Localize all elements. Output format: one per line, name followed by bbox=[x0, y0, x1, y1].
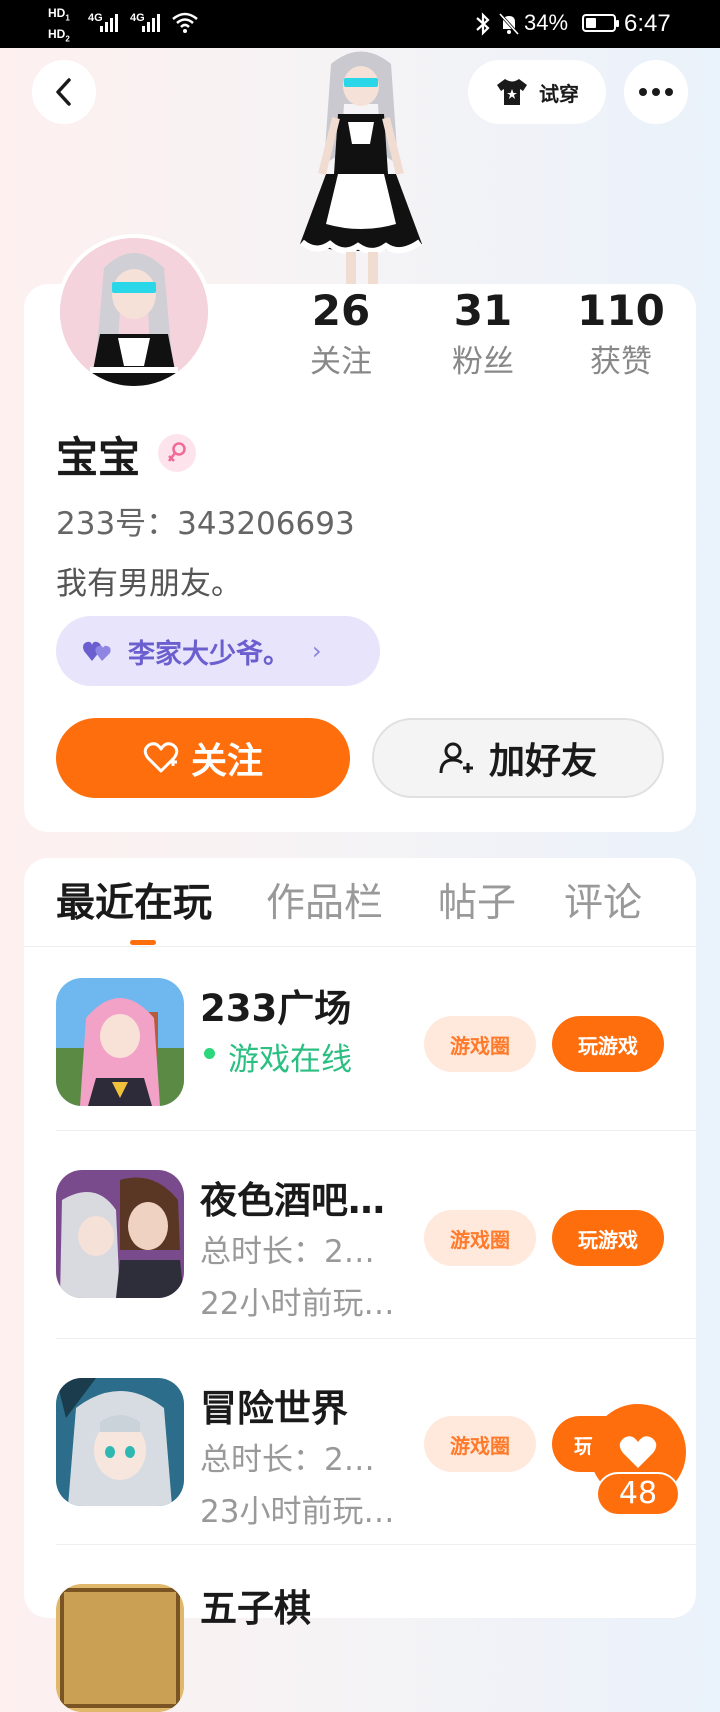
game-icon-bar bbox=[56, 1170, 184, 1298]
status-bar: HD1 HD2 4G 4G 34% 6:47 bbox=[0, 0, 720, 48]
like-count: 48 bbox=[596, 1472, 680, 1516]
tab-indicator bbox=[130, 940, 156, 945]
game-playtime: 总时长：2… bbox=[200, 1234, 375, 1270]
tab-posts[interactable]: 帖子 bbox=[438, 872, 516, 928]
chevron-left-icon bbox=[56, 78, 71, 106]
profile-tabs: 最近在玩 作品栏 帖子 评论 bbox=[56, 872, 676, 932]
battery-icon bbox=[582, 14, 619, 32]
stat-following[interactable]: 26 关注 bbox=[286, 284, 396, 386]
heart-plus-icon bbox=[143, 742, 179, 773]
game-circle-button[interactable]: 游戏圈 bbox=[424, 1210, 536, 1266]
tshirt-icon bbox=[497, 79, 527, 105]
game-icon-plaza bbox=[56, 978, 184, 1106]
try-on-button[interactable]: 试穿 bbox=[468, 60, 606, 124]
profile-name: 宝宝 bbox=[56, 433, 141, 482]
clock: 6:47 bbox=[624, 10, 671, 37]
game-row[interactable]: 五子棋 bbox=[56, 1584, 676, 1712]
game-icon-gomoku bbox=[56, 1584, 184, 1712]
divider bbox=[56, 1130, 696, 1131]
signal1-icon bbox=[100, 12, 118, 32]
female-icon bbox=[158, 434, 196, 472]
user-id: 233号：343206693 bbox=[56, 506, 355, 542]
follow-label: 关注 bbox=[190, 741, 263, 782]
divider bbox=[24, 946, 696, 947]
hd2-label: HD bbox=[48, 27, 66, 42]
tab-works[interactable]: 作品栏 bbox=[266, 872, 383, 928]
avatar-image bbox=[60, 238, 208, 386]
stat-likes[interactable]: 110 获赞 bbox=[566, 284, 676, 386]
stat-fans[interactable]: 31 粉丝 bbox=[428, 284, 538, 386]
tab-comments[interactable]: 评论 bbox=[564, 872, 642, 928]
add-friend-label: 加好友 bbox=[488, 741, 597, 782]
chevron-right-icon: › bbox=[312, 637, 322, 665]
game-row[interactable]: 夜色酒吧… 总时长：2… 22小时前玩… 游戏圈 玩游戏 bbox=[56, 1170, 676, 1322]
add-user-icon bbox=[439, 742, 473, 774]
stat-fans-label: 粉丝 bbox=[452, 344, 514, 380]
game-last-played: 22小时前玩… bbox=[200, 1286, 395, 1322]
add-friend-button[interactable]: 加好友 bbox=[372, 718, 664, 798]
game-circle-button[interactable]: 游戏圈 bbox=[424, 1416, 536, 1472]
follow-button[interactable]: 关注 bbox=[56, 718, 350, 798]
bluetooth-icon bbox=[476, 12, 490, 36]
hd-indicators: HD1 HD2 bbox=[48, 5, 70, 48]
signal2-icon bbox=[142, 12, 160, 32]
user-bio: 我有男朋友。 bbox=[56, 566, 242, 602]
online-dot bbox=[204, 1048, 215, 1059]
game-title: 五子棋 bbox=[200, 1587, 311, 1630]
bell-mute-icon bbox=[498, 12, 520, 36]
hd1-label: HD bbox=[48, 6, 66, 20]
game-playtime: 总时长：2… bbox=[200, 1442, 375, 1478]
game-title: 夜色酒吧… bbox=[200, 1179, 385, 1222]
stat-likes-value: 110 bbox=[577, 286, 665, 335]
tab-recent[interactable]: 最近在玩 bbox=[56, 872, 212, 928]
game-icon-adventure bbox=[56, 1378, 184, 1506]
back-button[interactable] bbox=[32, 60, 96, 124]
heart-icon bbox=[619, 1436, 657, 1468]
stat-following-label: 关注 bbox=[310, 344, 372, 380]
game-circle-button[interactable]: 游戏圈 bbox=[424, 1016, 536, 1072]
play-game-button[interactable]: 玩游戏 bbox=[552, 1210, 664, 1266]
couple-tag[interactable]: 李家大少爷。 › bbox=[56, 616, 380, 686]
game-status: 游戏在线 bbox=[228, 1042, 352, 1078]
divider bbox=[56, 1338, 696, 1339]
try-on-label: 试穿 bbox=[539, 81, 579, 106]
avatar[interactable] bbox=[56, 234, 212, 390]
divider bbox=[56, 1544, 696, 1545]
avatar-figure bbox=[300, 51, 422, 284]
stat-likes-label: 获赞 bbox=[590, 344, 652, 380]
game-title: 冒险世界 bbox=[200, 1387, 348, 1430]
more-dots-icon bbox=[639, 88, 673, 96]
game-row[interactable]: 冒险世界 总时长：2… 23小时前玩… 游戏圈 玩 bbox=[56, 1378, 676, 1530]
hd1-sub: 1 bbox=[65, 13, 70, 23]
stat-fans-value: 31 bbox=[453, 286, 513, 335]
double-heart-icon bbox=[83, 641, 111, 661]
hd2-sub: 2 bbox=[65, 34, 70, 44]
more-button[interactable] bbox=[624, 60, 688, 124]
game-last-played: 23小时前玩… bbox=[200, 1494, 395, 1530]
game-title: 233广场 bbox=[200, 987, 352, 1030]
battery-percent: 34% bbox=[524, 10, 569, 35]
stat-following-value: 26 bbox=[311, 286, 371, 335]
game-row[interactable]: 233广场 游戏在线 游戏圈 玩游戏 bbox=[56, 978, 676, 1106]
couple-label: 李家大少爷。 bbox=[128, 638, 290, 670]
play-game-button[interactable]: 玩游戏 bbox=[552, 1016, 664, 1072]
wifi-icon bbox=[172, 12, 198, 33]
